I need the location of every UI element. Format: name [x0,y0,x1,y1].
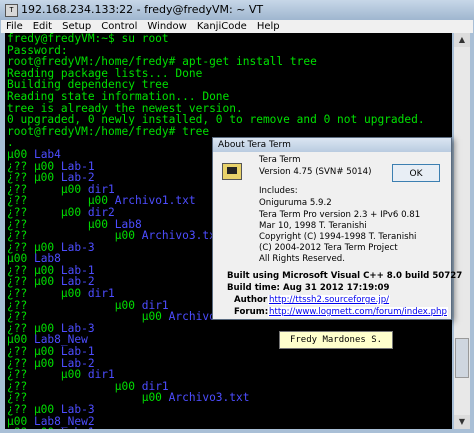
forum-link[interactable]: http://www.logmett.com/forum/index.php [268,307,448,317]
tree-entry-name: Lab-3 [60,240,95,254]
includes-label: Includes: [259,186,298,196]
menu-setup[interactable]: Setup [57,20,96,33]
menu-control[interactable]: Control [96,20,142,33]
author-label: Author: [234,295,271,305]
includes-line: (C) 2004-2012 Tera Term Project [259,243,398,253]
title-bar[interactable]: T 192.168.234.133:22 - fredy@fredyVM: ~ … [0,0,474,20]
window-title: 192.168.234.133:22 - fredy@fredyVM: ~ VT [21,3,264,16]
tera-term-app-icon[interactable]: T [5,4,18,17]
scroll-up-arrow-icon[interactable]: ▲ [454,33,470,47]
includes-line: Copyright (C) 1994-1998 T. Teranishi [259,232,417,242]
menu-file[interactable]: File [1,20,28,33]
app-version: Version 4.75 (SVN# 5014) [259,167,372,177]
author-name-tag: Fredy Mardones S. [279,331,393,349]
tree-entry-name: Archivo3.txt [141,229,223,243]
dialog-body: Tera Term Version 4.75 (SVN# 5014) OK In… [213,152,462,319]
includes-line: All Rights Reserved. [259,254,345,264]
about-dialog: About Tera Term Tera Term Version 4.75 (… [212,137,462,320]
scroll-down-arrow-icon[interactable]: ▼ [454,415,470,429]
menu-edit[interactable]: Edit [28,20,57,33]
menu-window[interactable]: Window [142,20,191,33]
build-time: Build time: Aug 31 2012 17:19:09 [227,283,390,293]
includes-line: Oniguruma 5.9.2 [259,198,332,208]
forum-label: Forum: [234,307,269,317]
tera-term-logo-icon [222,163,242,180]
dialog-title: About Tera Term [213,138,451,152]
includes-line: Tera Term Pro version 2.3 + IPv6 0.81 [259,210,421,220]
tree-entry-name: Lab-1 [61,426,95,429]
menu-help[interactable]: Help [252,20,285,33]
tree-entry-name: Archivo3.txt [168,391,250,405]
terminal-line: ¿?? µ00 Lab-1 [7,426,95,429]
tree-entry-name: Archivo1.txt [114,194,196,208]
terminal-line-text: root@fredyVM:/home/fredy# tree [7,124,210,138]
vertical-scrollbar[interactable]: ▲ ▼ [454,33,470,429]
ok-button[interactable]: OK [392,164,440,182]
author-link[interactable]: http://ttssh2.sourceforge.jp/ [268,295,391,305]
terminal-line-text: ¿?? µ00 [7,426,61,429]
includes-line: Mar 10, 1998 T. Teranishi [259,221,367,231]
scroll-thumb[interactable] [455,338,469,378]
built-using: Built using Microsoft Visual C++ 8.0 bui… [227,271,463,281]
menu-kanjicode[interactable]: KanjiCode [192,20,252,33]
terminal-line: root@fredyVM:/home/fredy# tree [7,125,209,138]
menu-bar: File Edit Setup Control Window KanjiCode Help [1,20,473,33]
app-name: Tera Term [259,155,301,165]
